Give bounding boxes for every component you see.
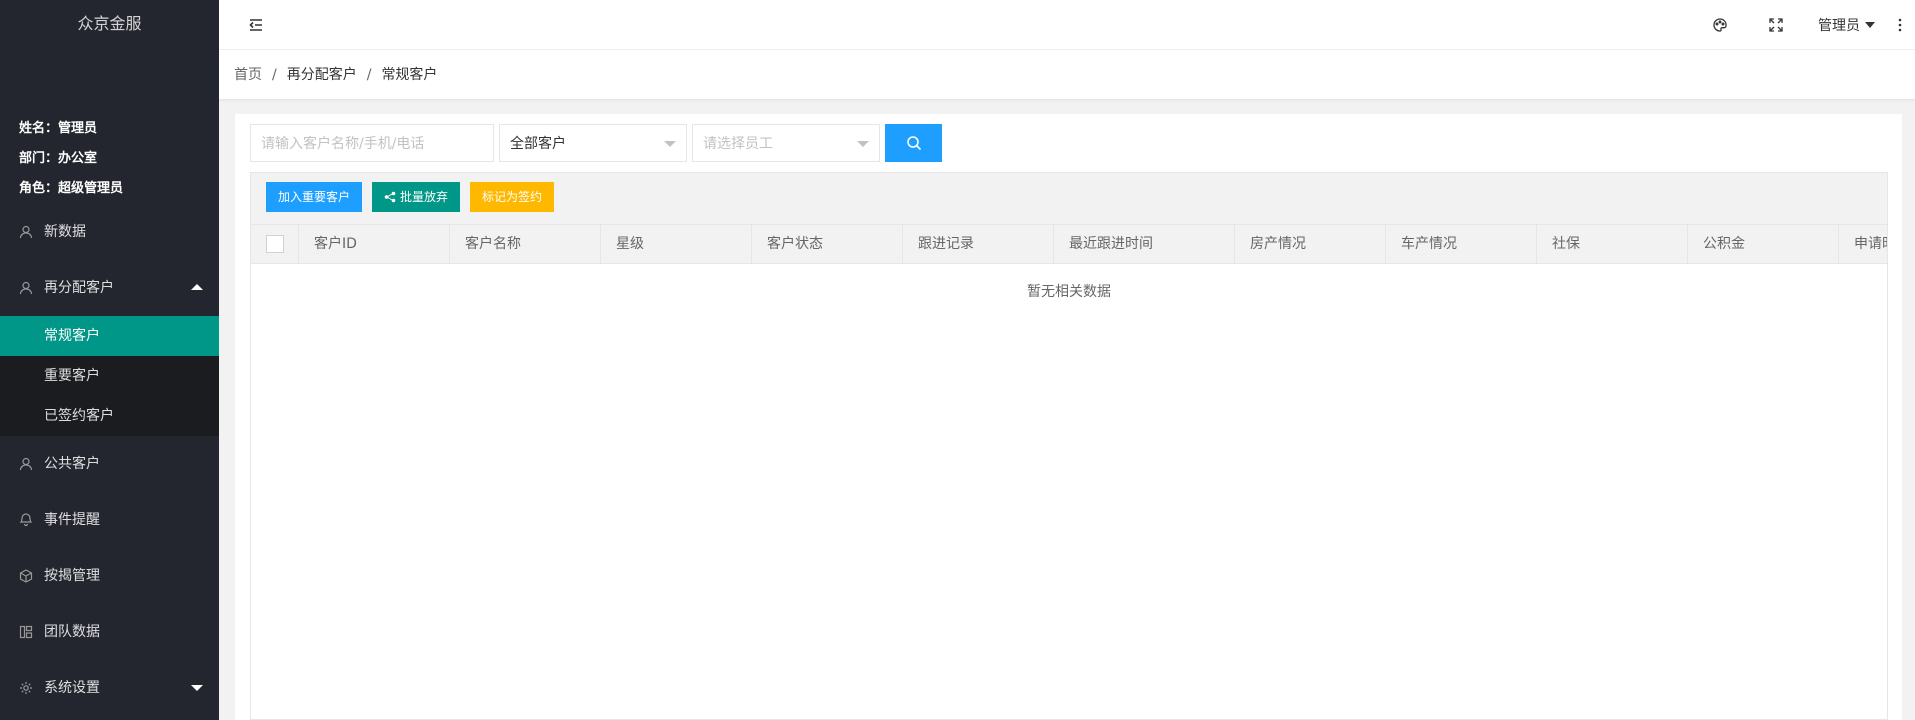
column-header[interactable]: 房产情况 — [1235, 225, 1386, 263]
app-logo: 众京金服 — [77, 14, 142, 33]
sidebar-subitem-important[interactable]: 重要客户 — [0, 356, 219, 396]
theme-icon[interactable] — [1692, 0, 1748, 50]
user-icon — [18, 436, 34, 492]
batch-abandon-label: 批量放弃 — [400, 190, 449, 204]
empty-state: 暂无相关数据 — [1027, 284, 1111, 300]
bell-icon — [18, 492, 34, 548]
submenu-redistribute: 常规客户 重要客户 已签约客户 — [0, 316, 219, 436]
search-icon — [906, 136, 921, 151]
sidebar-item-label: 再分配客户 — [44, 280, 114, 296]
user-icon — [18, 204, 34, 260]
keyword-search-input[interactable]: 请输入客户名称/手机/电话 — [250, 124, 494, 162]
breadcrumb-parent[interactable]: 再分配客户 — [287, 67, 357, 83]
column-header[interactable]: 客户ID — [299, 225, 450, 263]
table-header: 客户ID 客户名称 星级 客户状态 跟进记录 最近跟进时间 房产情况 车产情况 … — [251, 225, 1887, 264]
caret-down-icon — [1865, 22, 1875, 28]
chevron-down-icon — [857, 141, 869, 147]
breadcrumb: 首页 / 再分配客户 / 常规客户 — [219, 50, 1915, 100]
share-icon — [384, 191, 396, 203]
search-button[interactable] — [885, 124, 942, 162]
sidebar-item-label: 团队数据 — [44, 624, 100, 640]
select-all-cell — [251, 225, 299, 263]
user-role-row: 角色：超级管理员 — [19, 174, 219, 204]
main-card: 请输入客户名称/手机/电话 全部客户 请选择员工 加入重要客户 批量放弃 标记为… — [235, 114, 1902, 720]
sidebar-item-label: 事件提醒 — [44, 512, 100, 528]
user-menu[interactable]: 管理员 — [1804, 0, 1885, 50]
sidebar-item-settings[interactable]: 系统设置 — [0, 660, 219, 716]
sidebar-item-label: 新数据 — [44, 224, 86, 240]
sidebar-subitem-regular[interactable]: 常规客户 — [0, 316, 219, 356]
user-dept-row: 部门：办公室 — [19, 144, 219, 174]
sidebar-item-public[interactable]: 公共客户 — [0, 436, 219, 492]
user-info: 姓名：管理员 部门：办公室 角色：超级管理员 — [0, 48, 219, 204]
sidebar: 众京金服 姓名：管理员 部门：办公室 角色：超级管理员 新数据 再分配客户 常规… — [0, 0, 219, 720]
user-name-label: 姓名： — [19, 121, 59, 136]
column-header[interactable]: 客户状态 — [752, 225, 903, 263]
sidebar-item-label: 系统设置 — [44, 680, 100, 696]
add-important-button[interactable]: 加入重要客户 — [266, 182, 363, 212]
user-name-row: 姓名：管理员 — [19, 114, 219, 144]
top-header: 管理员 — [219, 0, 1915, 50]
more-vertical-icon[interactable] — [1885, 0, 1915, 50]
cube-icon — [18, 548, 34, 604]
user-role-value: 超级管理员 — [58, 181, 124, 196]
chevron-down-icon — [191, 685, 203, 691]
user-name-value: 管理员 — [58, 121, 98, 136]
column-header[interactable]: 公积金 — [1688, 225, 1839, 263]
header-user-name: 管理员 — [1818, 18, 1860, 34]
customer-type-value: 全部客户 — [510, 136, 566, 152]
user-dept-value: 办公室 — [58, 151, 98, 166]
sidebar-subitem-signed[interactable]: 已签约客户 — [0, 396, 219, 436]
user-icon — [18, 260, 34, 316]
column-header[interactable]: 客户名称 — [450, 225, 601, 263]
column-header[interactable]: 车产情况 — [1386, 225, 1537, 263]
gear-icon — [18, 660, 34, 716]
keyword-placeholder: 请输入客户名称/手机/电话 — [261, 136, 425, 152]
header-actions: 管理员 — [1692, 0, 1915, 50]
user-role-label: 角色： — [19, 181, 59, 196]
add-important-label: 加入重要客户 — [278, 190, 351, 204]
breadcrumb-separator: / — [366, 67, 372, 83]
employee-placeholder: 请选择员工 — [703, 136, 773, 152]
chevron-down-icon — [664, 141, 676, 147]
column-header[interactable]: 社保 — [1537, 225, 1688, 263]
user-dept-label: 部门： — [19, 151, 59, 166]
column-header[interactable]: 星级 — [601, 225, 752, 263]
breadcrumb-separator: / — [272, 67, 277, 83]
table-toolbar: 加入重要客户 批量放弃 标记为签约 — [251, 173, 1887, 225]
select-all-checkbox[interactable] — [265, 235, 284, 253]
column-header[interactable]: 最近跟进时间 — [1054, 225, 1235, 263]
sidebar-item-team-data[interactable]: 团队数据 — [0, 604, 219, 660]
column-header[interactable]: 跟进记录 — [903, 225, 1054, 263]
search-form: 请输入客户名称/手机/电话 全部客户 请选择员工 — [250, 124, 942, 162]
breadcrumb-home[interactable]: 首页 — [234, 67, 262, 83]
fullscreen-icon[interactable] — [1748, 0, 1804, 50]
menu-toggle-icon[interactable] — [247, 16, 265, 34]
breadcrumb-current: 常规客户 — [381, 67, 438, 83]
sidebar-item-label: 按揭管理 — [44, 568, 100, 584]
employee-select[interactable]: 请选择员工 — [692, 124, 880, 162]
batch-abandon-button[interactable]: 批量放弃 — [372, 182, 461, 212]
sidebar-item-mortgage[interactable]: 按揭管理 — [0, 548, 219, 604]
chevron-up-icon — [191, 284, 203, 290]
customer-table: 加入重要客户 批量放弃 标记为签约 客户ID 客户名称 星级 客户状态 跟进记录… — [250, 172, 1888, 720]
mark-signed-button[interactable]: 标记为签约 — [470, 182, 555, 212]
sidebar-item-new-data[interactable]: 新数据 — [0, 204, 219, 260]
sidebar-item-redistribute[interactable]: 再分配客户 — [0, 260, 219, 316]
sidebar-item-events[interactable]: 事件提醒 — [0, 492, 219, 548]
sidebar-nav: 新数据 再分配客户 常规客户 重要客户 已签约客户 公共客户 事件提醒 按揭管理… — [0, 204, 219, 716]
sidebar-item-label: 公共客户 — [44, 456, 100, 472]
column-header[interactable]: 申请时间 — [1839, 225, 1887, 263]
mark-signed-label: 标记为签约 — [482, 190, 543, 204]
template-icon — [18, 604, 34, 660]
customer-type-select[interactable]: 全部客户 — [499, 124, 687, 162]
